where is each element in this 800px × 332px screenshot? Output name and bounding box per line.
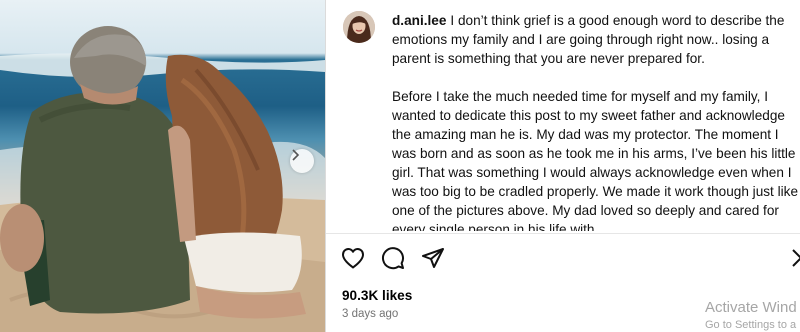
comment-icon — [382, 247, 404, 270]
pane-divider — [325, 0, 326, 332]
caption-text-second: Before I take the much needed time for m… — [392, 89, 798, 231]
chevron-right-icon — [292, 149, 300, 161]
post-caption: d.ani.lee I don’t think grief is a good e… — [392, 11, 798, 231]
avatar-image — [343, 11, 375, 43]
caption-first-paragraph: d.ani.lee I don’t think grief is a good e… — [392, 11, 798, 68]
like-button[interactable] — [340, 245, 366, 271]
likes-count[interactable]: 90.3K likes — [342, 288, 412, 303]
caption-divider — [326, 233, 800, 234]
comment-button[interactable] — [380, 245, 406, 271]
next-photo-button[interactable] — [290, 149, 314, 173]
heart-icon — [342, 248, 364, 269]
send-icon — [422, 248, 444, 268]
post-photo[interactable] — [0, 0, 325, 332]
post-actions — [340, 245, 446, 271]
beach-photo-illustration — [0, 26, 325, 332]
caption-text-first: I don’t think grief is a good enough wor… — [392, 13, 785, 66]
caption-paragraph-gap — [392, 68, 798, 87]
partial-icon-edge — [792, 249, 800, 267]
post-date[interactable]: 3 days ago — [342, 308, 398, 320]
windows-activation-watermark: Activate Wind Go to Settings to a — [705, 299, 797, 331]
avatar[interactable] — [343, 11, 375, 43]
share-button[interactable] — [420, 245, 446, 271]
watermark-subtitle: Go to Settings to a — [705, 319, 797, 331]
watermark-title: Activate Wind — [705, 299, 797, 316]
username-link[interactable]: d.ani.lee — [392, 13, 446, 28]
